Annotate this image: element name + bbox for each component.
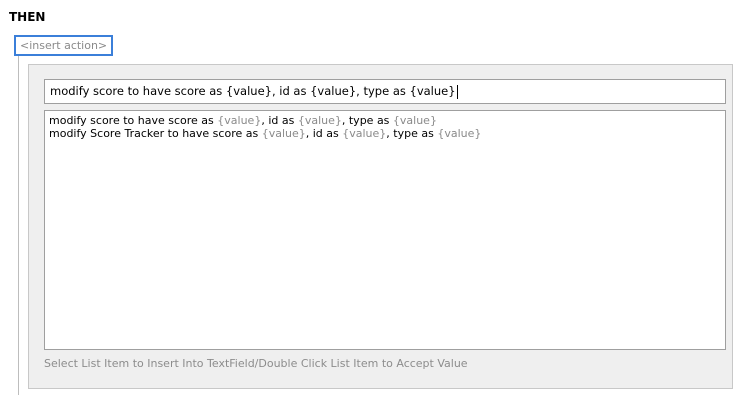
value-placeholder: {value} bbox=[392, 114, 437, 127]
section-divider bbox=[18, 56, 19, 395]
action-chooser-panel: modify score to have score as {value}, i… bbox=[28, 64, 733, 389]
value-placeholder: {value} bbox=[437, 127, 482, 140]
list-item[interactable]: modify score to have score as {value}, i… bbox=[49, 114, 721, 127]
value-placeholder: {value} bbox=[261, 127, 306, 140]
list-item[interactable]: modify Score Tracker to have score as {v… bbox=[49, 127, 721, 140]
action-text-value: modify score to have score as {value}, i… bbox=[50, 84, 456, 98]
list-item-text: , type as bbox=[341, 114, 393, 127]
list-item-text: modify score to have score as bbox=[49, 114, 218, 127]
list-usage-hint: Select List Item to Insert Into TextFiel… bbox=[44, 357, 468, 370]
action-text-field[interactable]: modify score to have score as {value}, i… bbox=[44, 79, 726, 104]
insert-action-link[interactable]: <insert action> bbox=[14, 35, 114, 56]
list-item-text: , type as bbox=[386, 127, 438, 140]
then-heading: THEN bbox=[9, 10, 46, 24]
list-item-text: modify Score Tracker to have score as bbox=[49, 127, 262, 140]
value-placeholder: {value} bbox=[297, 114, 342, 127]
action-suggestion-list[interactable]: modify score to have score as {value}, i… bbox=[44, 110, 726, 350]
value-placeholder: {value} bbox=[342, 127, 387, 140]
text-caret bbox=[456, 84, 458, 99]
value-placeholder: {value} bbox=[217, 114, 262, 127]
list-item-text: , id as bbox=[305, 127, 343, 140]
rule-editor-then-section: THEN <insert action> modify score to hav… bbox=[0, 0, 734, 395]
list-item-text: , id as bbox=[261, 114, 298, 127]
